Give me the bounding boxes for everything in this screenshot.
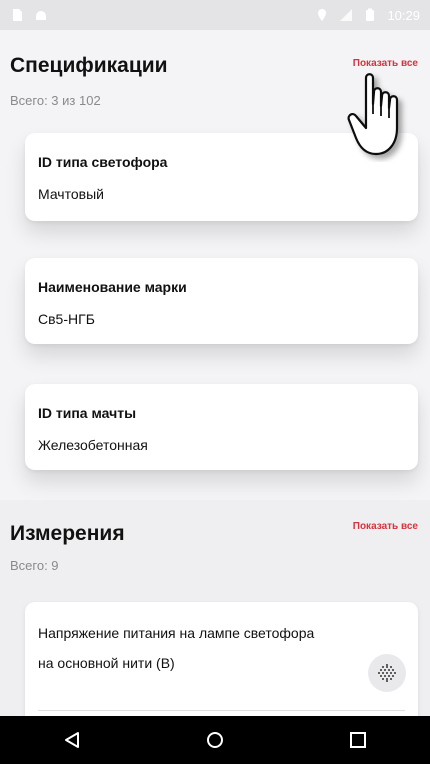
- spec-card-brand-name[interactable]: Наименование марки Св5-НГБ: [25, 258, 418, 344]
- battery-icon: [363, 8, 377, 22]
- status-time: 10:29: [387, 7, 420, 23]
- spec-card-value: Мачтовый: [38, 186, 104, 202]
- android-icon: [34, 8, 48, 22]
- measurements-count: Всего: 9: [10, 558, 59, 573]
- spec-card-label: ID типа мачты: [38, 405, 137, 421]
- spec-card-label: ID типа светофора: [38, 154, 168, 170]
- measurement-card-text: Напряжение питания на лампе светофора на…: [38, 618, 368, 678]
- spec-card-value: Железобетонная: [38, 437, 148, 453]
- home-button[interactable]: [185, 716, 245, 764]
- sd-card-icon: [10, 8, 24, 22]
- recents-button[interactable]: [328, 716, 388, 764]
- status-bar: 10:29: [0, 0, 430, 30]
- status-bar-left: [10, 8, 48, 22]
- navigation-bar: [0, 716, 430, 764]
- measurements-section: Измерения Показать все Всего: 9 Напряжен…: [0, 500, 430, 742]
- measurement-divider: [38, 710, 405, 711]
- back-icon: [64, 732, 79, 748]
- spec-card-mast-type[interactable]: ID типа мачты Железобетонная: [25, 384, 418, 470]
- hand-pointer-icon: [347, 73, 399, 156]
- spec-card-value: Св5-НГБ: [38, 311, 95, 327]
- location-icon: [315, 8, 329, 22]
- specifications-title: Спецификации: [10, 54, 168, 77]
- measurements-title: Измерения: [10, 522, 125, 545]
- dots-grid-icon: [378, 664, 396, 682]
- specifications-count: Всего: 3 из 102: [10, 93, 101, 108]
- spec-card-label: Наименование марки: [38, 279, 187, 295]
- measurement-text-line1: Напряжение питания на лампе светофора: [38, 625, 315, 641]
- recents-icon: [350, 732, 367, 748]
- measurements-show-all-link[interactable]: Показать все: [353, 521, 418, 532]
- back-button[interactable]: [42, 716, 102, 764]
- signal-icon: [339, 8, 353, 22]
- home-icon: [206, 732, 223, 748]
- measurement-text-line2: на основной нити (В): [38, 655, 175, 671]
- dots-grid-button[interactable]: [368, 654, 406, 692]
- specifications-show-all-link[interactable]: Показать все: [353, 58, 418, 69]
- status-bar-right: 10:29: [315, 8, 420, 23]
